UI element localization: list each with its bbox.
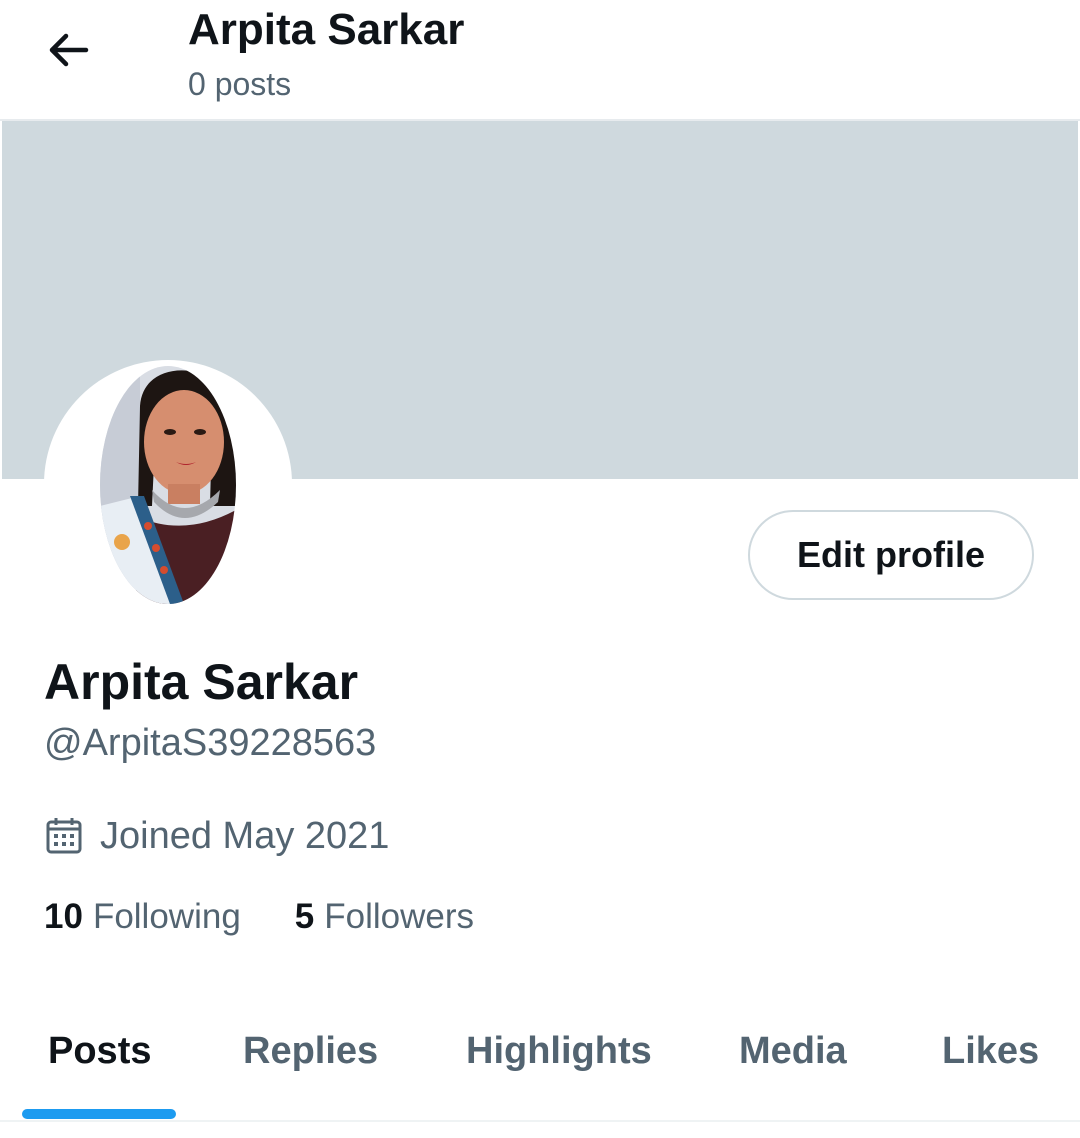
calendar-icon [46, 818, 82, 854]
user-handle: @ArpitaS39228563 [44, 722, 377, 764]
edit-profile-button[interactable]: Edit profile [748, 510, 1034, 600]
header-title: Arpita Sarkar [188, 5, 465, 54]
tabs-divider [0, 1120, 1080, 1122]
tab-likes[interactable]: Likes [942, 1028, 1039, 1074]
joined-date: Joined May 2021 [44, 812, 389, 860]
tab-highlights[interactable]: Highlights [466, 1028, 652, 1074]
active-tab-indicator [22, 1109, 176, 1119]
profile-tabs: Posts Replies Highlights Media Likes [0, 1000, 1080, 1120]
tab-replies[interactable]: Replies [243, 1028, 378, 1074]
tab-posts[interactable]: Posts [48, 1028, 151, 1074]
display-name: Arpita Sarkar [44, 654, 359, 710]
followers-count: 5 [294, 897, 315, 936]
followers-label: Followers [324, 897, 475, 936]
post-count: 0 posts [188, 66, 292, 102]
tab-media[interactable]: Media [739, 1028, 847, 1074]
profile-header: Arpita Sarkar 0 posts [0, 0, 1080, 121]
following-count: 10 [44, 897, 83, 936]
followers-link[interactable]: 5 Followers [295, 894, 474, 940]
following-link[interactable]: 10 Following [44, 894, 241, 940]
following-label: Following [92, 897, 241, 936]
joined-text: Joined May 2021 [100, 815, 390, 857]
avatar[interactable] [100, 366, 236, 604]
arrow-left-icon [49, 33, 89, 67]
back-button[interactable] [36, 22, 100, 78]
avatar-photo [100, 366, 236, 604]
follow-stats: 10 Following 5 Followers [44, 894, 474, 940]
